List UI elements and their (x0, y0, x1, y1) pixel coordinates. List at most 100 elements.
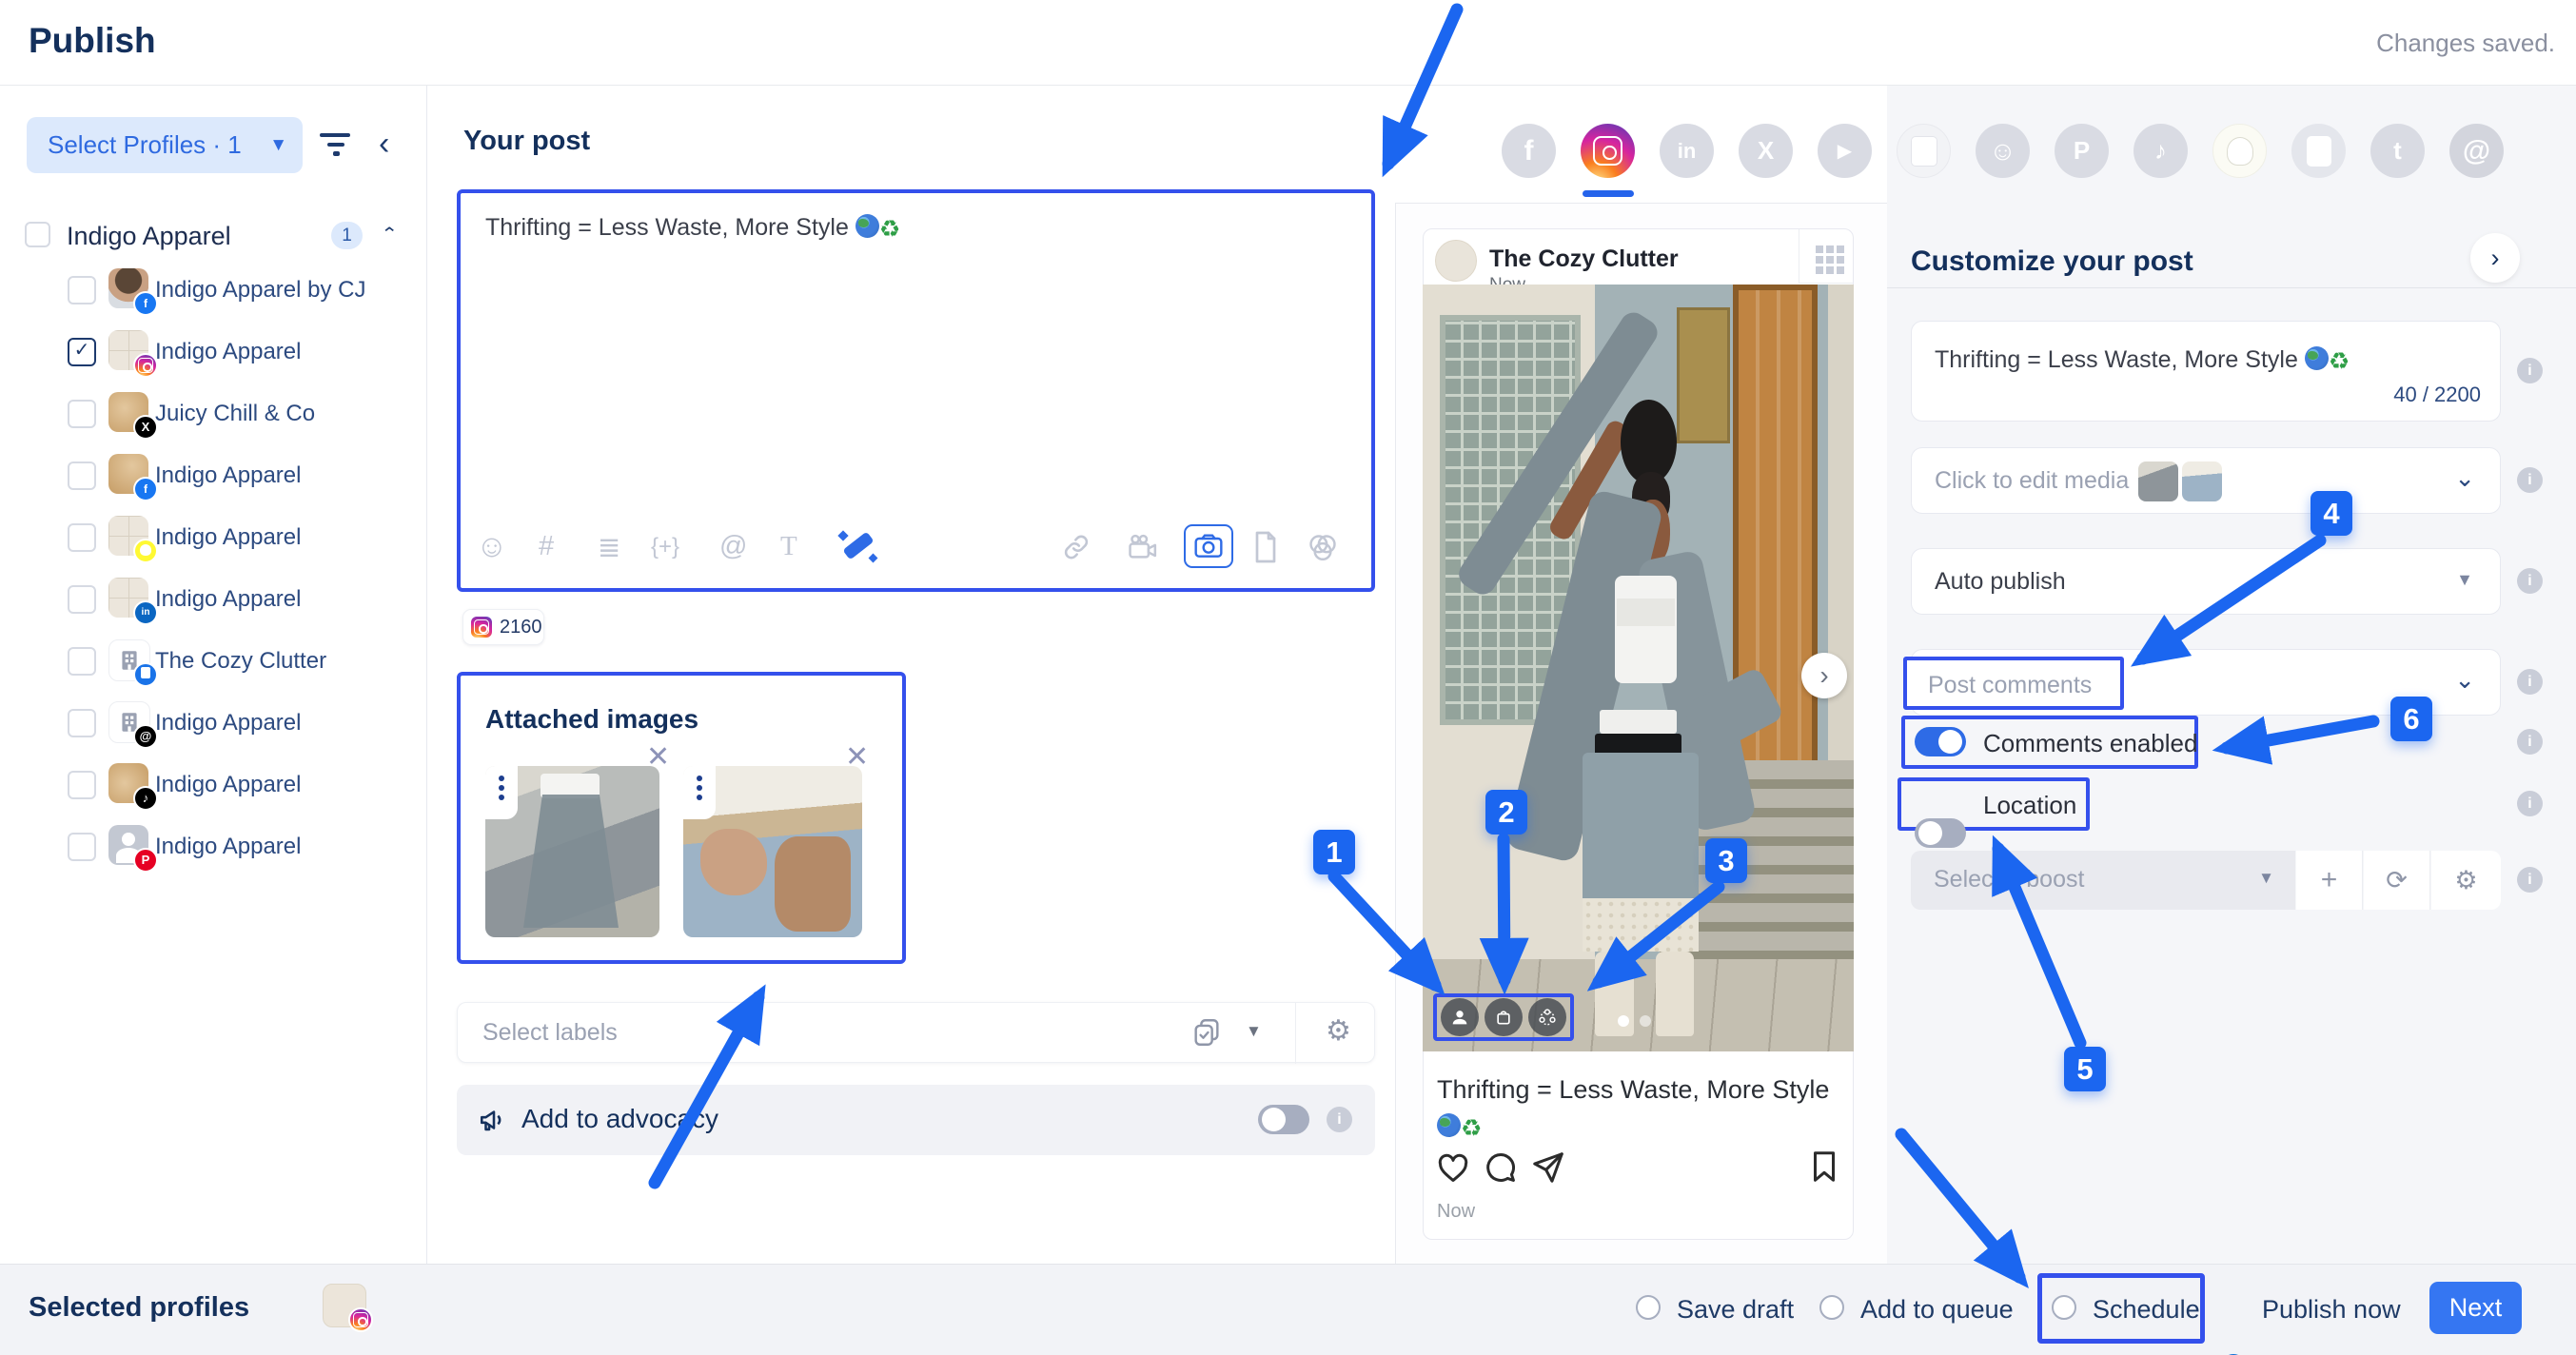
publish-now-label[interactable]: Publish now (2262, 1295, 2401, 1325)
publish-mode-select[interactable]: Auto publish ▼ (1911, 548, 2501, 615)
chevron-up-icon[interactable]: ⌃ (381, 225, 398, 245)
profile-checkbox[interactable] (68, 709, 96, 737)
text-format-icon[interactable]: T (780, 531, 797, 562)
like-icon[interactable] (1435, 1149, 1471, 1186)
network-tab-snapchat[interactable] (2212, 124, 2267, 178)
network-tab-google-business-profile[interactable] (2291, 124, 2346, 178)
advocacy-info-icon[interactable]: i (1327, 1107, 1352, 1132)
comments-enabled-info-icon[interactable]: i (2517, 729, 2543, 755)
save-draft-radio[interactable] (1636, 1295, 1661, 1320)
snippets-icon[interactable]: ≣ (598, 531, 620, 564)
profile-checkbox[interactable] (68, 461, 96, 490)
hashtag-icon[interactable]: # (539, 531, 554, 562)
boost-select[interactable]: Select a boost ▼ (1911, 851, 2295, 910)
emoji-picker-icon[interactable]: ☺ (476, 528, 508, 564)
profile-checkbox[interactable] (68, 647, 96, 676)
tag-product-icon[interactable] (1485, 998, 1523, 1036)
network-tab-reddit[interactable]: ☺ (1976, 124, 2030, 178)
add-to-queue-label[interactable]: Add to queue (1860, 1295, 2014, 1325)
tag-collaborators-icon[interactable] (1528, 998, 1566, 1036)
labels-dropdown-icon[interactable]: ▼ (1246, 1022, 1262, 1041)
profile-row[interactable]: ♪ Indigo Apparel (57, 758, 419, 812)
video-icon[interactable] (1125, 531, 1159, 563)
media-field[interactable]: Click to edit media ⌄ (1911, 447, 2501, 514)
profile-checkbox[interactable] (68, 771, 96, 799)
network-tab-linkedin[interactable]: in (1660, 124, 1714, 178)
collapse-panel-button[interactable]: › (2470, 233, 2520, 283)
profile-row[interactable]: @ Indigo Apparel (57, 697, 419, 750)
post-composer[interactable]: Thrifting = Less Waste, More Style ♻ ☺ #… (457, 189, 1375, 592)
network-tab-x[interactable]: X (1739, 124, 1793, 178)
share-icon[interactable] (1530, 1149, 1566, 1186)
network-tab-google-business[interactable] (1897, 124, 1951, 178)
select-labels-field[interactable]: Select labels ▼ ⚙ (457, 1002, 1375, 1063)
network-tab-facebook[interactable]: f (1502, 124, 1556, 178)
network-tab-instagram[interactable] (1581, 124, 1635, 178)
next-button[interactable]: Next (2429, 1282, 2522, 1334)
save-draft-label[interactable]: Save draft (1677, 1295, 1794, 1325)
grid-view-button[interactable] (1799, 229, 1853, 284)
publish-mode-info-icon[interactable]: i (2517, 568, 2543, 594)
drag-handle-icon[interactable] (485, 766, 518, 819)
profile-row[interactable]: f Indigo Apparel by CJ (57, 264, 419, 317)
schedule-radio[interactable] (2052, 1295, 2076, 1320)
bookmark-icon[interactable] (1806, 1148, 1842, 1186)
comments-enabled-toggle[interactable] (1915, 727, 1966, 756)
photo-icon-active-box[interactable] (1184, 524, 1233, 568)
boost-settings-icon[interactable]: ⚙ (2431, 851, 2501, 910)
media-library-icon[interactable] (1306, 532, 1340, 564)
schedule-label[interactable]: Schedule (2093, 1295, 2200, 1325)
network-tab-tumblr[interactable]: t (2370, 124, 2425, 178)
variables-icon[interactable]: {+} (651, 534, 679, 560)
profile-row[interactable]: P Indigo Apparel (57, 820, 419, 874)
media-info-icon[interactable]: i (2517, 467, 2543, 493)
tag-person-icon[interactable] (1441, 998, 1479, 1036)
network-tab-threads[interactable]: @ (2449, 124, 2504, 178)
profile-row[interactable]: in Indigo Apparel (57, 573, 419, 626)
add-boost-button[interactable]: + (2296, 851, 2363, 910)
profile-checkbox[interactable] (68, 400, 96, 428)
network-tab-tiktok[interactable]: ♪ (2134, 124, 2188, 178)
profile-checkbox[interactable] (68, 585, 96, 614)
profile-row[interactable]: X Juicy Chill & Co (57, 387, 419, 441)
remove-image-2-icon[interactable]: ✕ (845, 740, 869, 774)
select-profiles-dropdown[interactable]: Select Profiles · 1 ▼ (27, 117, 303, 173)
callout-1: 1 (1313, 830, 1355, 874)
labels-settings-icon[interactable]: ⚙ (1326, 1014, 1351, 1048)
drag-handle-icon[interactable] (683, 766, 716, 819)
comment-icon[interactable] (1483, 1149, 1519, 1186)
profile-checkbox[interactable] (68, 523, 96, 552)
attached-image-2[interactable] (683, 766, 862, 937)
link-icon[interactable] (1060, 531, 1092, 563)
profile-checkbox[interactable] (68, 833, 96, 861)
carousel-next-button[interactable]: › (1801, 653, 1847, 698)
attached-image-1[interactable] (485, 766, 659, 937)
refresh-boost-icon[interactable]: ⟳ (2364, 851, 2430, 910)
profile-checkbox[interactable] (68, 276, 96, 304)
post-comments-info-icon[interactable]: i (2517, 669, 2543, 695)
profile-checkbox[interactable]: ✓ (68, 338, 96, 366)
collapse-sidebar-icon[interactable]: ‹ (379, 126, 389, 163)
location-info-icon[interactable]: i (2517, 791, 2543, 816)
profile-row[interactable]: f Indigo Apparel (57, 449, 419, 502)
caption-field[interactable]: Thrifting = Less Waste, More Style ♻ 40 … (1911, 321, 2501, 422)
remove-image-1-icon[interactable]: ✕ (646, 740, 670, 774)
network-tab-youtube[interactable]: ▶ (1818, 124, 1872, 178)
group-checkbox[interactable] (25, 222, 50, 247)
boost-info-icon[interactable]: i (2517, 867, 2543, 893)
caption-info-icon[interactable]: i (2517, 358, 2543, 383)
advocacy-toggle[interactable] (1258, 1105, 1309, 1134)
add-to-queue-radio[interactable] (1819, 1295, 1844, 1320)
network-tab-pinterest[interactable]: P (2055, 124, 2109, 178)
profile-row[interactable]: The Cozy Clutter (57, 635, 419, 688)
location-toggle[interactable] (1915, 818, 1966, 848)
ai-assistant-icon[interactable] (837, 528, 879, 566)
group-name[interactable]: Indigo Apparel (67, 222, 231, 251)
post-text[interactable]: Thrifting = Less Waste, More Style ♻ (485, 214, 900, 243)
mention-icon[interactable]: @ (719, 531, 747, 562)
filter-icon[interactable] (320, 133, 352, 158)
profile-row[interactable]: ✓ Indigo Apparel (57, 325, 419, 379)
profile-row[interactable]: Indigo Apparel (57, 511, 419, 564)
copy-labels-icon[interactable] (1190, 1016, 1223, 1049)
document-icon[interactable] (1250, 530, 1281, 564)
